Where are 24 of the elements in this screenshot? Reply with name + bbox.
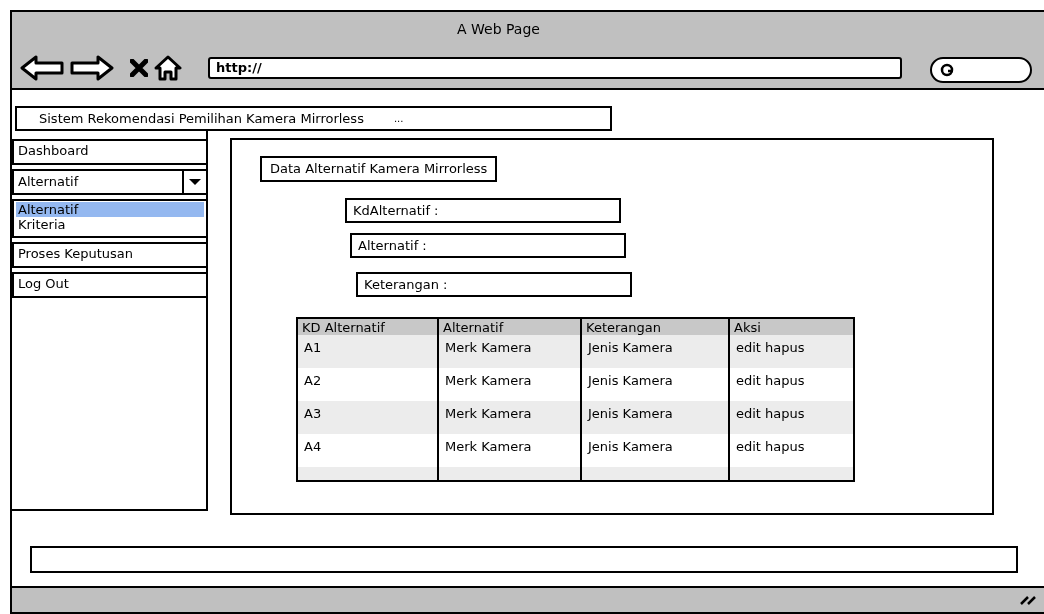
search-icon bbox=[940, 63, 954, 77]
address-field[interactable]: http:// bbox=[208, 57, 902, 79]
dropdown[interactable]: Alternatif bbox=[12, 169, 208, 195]
input-field[interactable]: Keterangan : bbox=[356, 272, 632, 297]
menu-button[interactable]: Dashboard bbox=[12, 139, 208, 165]
input-field[interactable]: Alternatif : bbox=[350, 233, 626, 258]
home-icon[interactable] bbox=[154, 55, 182, 81]
list-option[interactable]: Alternatif bbox=[16, 202, 204, 217]
panel-title: Data Alternatif Kamera Mirrorless bbox=[260, 156, 498, 182]
resize-grip-icon bbox=[1020, 595, 1036, 605]
window-title: A Web Page bbox=[457, 20, 540, 38]
text-field[interactable] bbox=[30, 546, 1018, 573]
back-icon[interactable] bbox=[20, 55, 64, 81]
menu-button[interactable]: Proses Keputusan bbox=[12, 242, 208, 268]
forward-icon[interactable] bbox=[70, 55, 114, 81]
caret-icon bbox=[189, 179, 201, 185]
close-icon[interactable] bbox=[130, 59, 148, 77]
list-option[interactable]: Kriteria bbox=[16, 217, 204, 232]
search-field[interactable] bbox=[930, 57, 1032, 83]
header-title: Sistem Rekomendasi Pemilihan Kamera Mirrorless bbox=[39, 109, 364, 128]
menu-button[interactable]: Log Out bbox=[12, 272, 208, 298]
input-field[interactable]: KdAlternatif : bbox=[345, 198, 621, 223]
dropdown-value: Alternatif bbox=[17, 173, 80, 191]
more-text: ... bbox=[393, 112, 404, 126]
